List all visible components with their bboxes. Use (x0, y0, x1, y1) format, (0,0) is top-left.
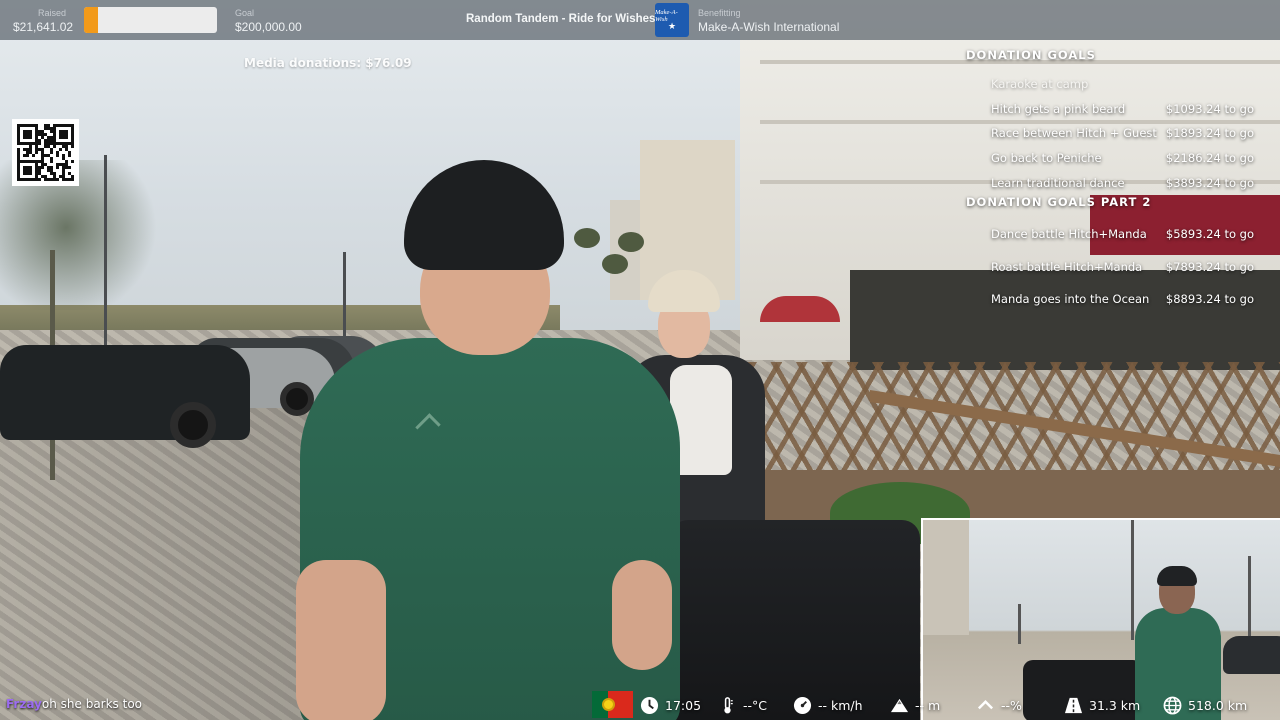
helmet (1157, 566, 1197, 586)
time-value: 17:05 (665, 697, 702, 713)
goal-amount: $2186.24 to go (1165, 151, 1254, 165)
goals-heading: DONATION GOALS (966, 48, 1096, 62)
progress-fill (84, 7, 99, 33)
raised-caption: Raised (38, 8, 67, 18)
altitude-readout: -- m (890, 690, 940, 720)
goal-amount: $1093.24 to go (1165, 102, 1254, 116)
street-lamp (343, 252, 346, 337)
chevron-up-icon (976, 696, 995, 715)
chat-message: Frzayoh she barks too (6, 697, 142, 711)
chat-username: Frzay (6, 697, 42, 711)
mountain-icon (890, 696, 909, 715)
raised-amount: $21,641.02 (13, 20, 74, 34)
make-a-wish-logo: Make-A-Wish ★ (655, 3, 689, 37)
benefitting-caption: Benefitting (698, 8, 741, 18)
goal-amount: $3893.24 to go (1165, 176, 1254, 190)
goal-name: Manda goes into the Ocean (991, 292, 1150, 306)
goal-name: Learn traditional dance (991, 176, 1125, 190)
thermometer-icon (718, 696, 737, 715)
grade-value: --% (1001, 697, 1022, 713)
star-icon: ★ (667, 21, 677, 32)
distance-today-value: 31.3 km (1089, 697, 1141, 713)
goal-name: Race between Hitch + Guest (991, 126, 1157, 140)
grade-readout: --% (976, 690, 1022, 720)
parasol (760, 296, 840, 322)
goal-amount: $5893.24 to go (1165, 227, 1254, 241)
chat-text: oh she barks too (41, 697, 143, 711)
parked-car (1223, 636, 1280, 674)
shopfront (850, 270, 1280, 370)
event-title: Random Tandem - Ride for Wishes (466, 13, 656, 25)
goal-name: Roast battle Hitch+Manda (991, 260, 1143, 274)
fundraising-progress-bar (84, 7, 217, 33)
temperature-readout: --°C (718, 690, 767, 720)
goals-heading-part-2: DONATION GOALS PART 2 (966, 195, 1152, 209)
goal-name: Go back to Peniche (991, 151, 1102, 165)
clock-icon (640, 696, 659, 715)
speed-value: -- km/h (818, 697, 863, 713)
speed-readout: -- km/h (793, 690, 863, 720)
distance-today-readout: 31.3 km (1064, 690, 1140, 720)
globe-icon (1163, 696, 1182, 715)
road-icon (1064, 696, 1083, 715)
goal-amount: $1893.24 to go (1165, 126, 1254, 140)
goal-amount: $7893.24 to go (1165, 260, 1254, 274)
goal-name: Karaoke at camp (991, 77, 1089, 91)
altitude-value: -- m (915, 697, 941, 713)
street-lamp (104, 155, 107, 350)
portugal-flag-icon (592, 691, 633, 718)
donation-qr-code[interactable] (12, 119, 79, 186)
fundraiser-bar: Raised $21,641.02 Goal $200,000.00 Rando… (0, 0, 1280, 40)
speedometer-icon (793, 696, 812, 715)
goal-caption: Goal (235, 8, 255, 18)
charity-name: Make-A-Wish International (698, 20, 840, 34)
clock-readout: 17:05 (640, 690, 701, 720)
distance-total-readout: 518.0 km (1163, 690, 1247, 720)
goal-amount: $200,000.00 (235, 20, 302, 34)
qr-pattern (17, 124, 74, 181)
media-donations-total: Media donations: $76.09 (244, 56, 412, 70)
goal-amount: $8893.24 to go (1165, 292, 1254, 306)
goal-name: Hitch gets a pink beard (991, 102, 1126, 116)
temperature-value: --°C (743, 697, 767, 713)
goal-name: Dance battle Hitch+Manda (991, 227, 1147, 241)
distance-total-value: 518.0 km (1188, 697, 1248, 713)
